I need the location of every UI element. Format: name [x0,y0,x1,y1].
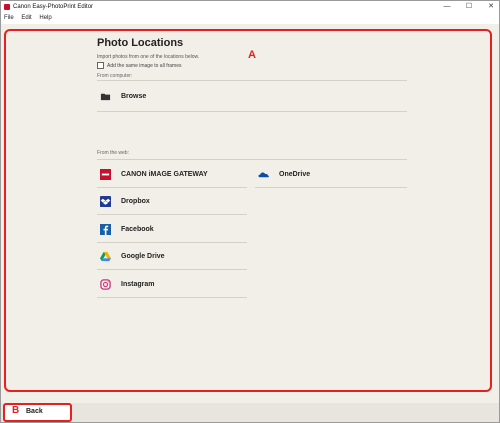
google-drive-icon [100,251,111,261]
source-facebook[interactable]: Facebook [97,219,247,239]
source-canon-image-gateway[interactable]: CANON iMAGE GATEWAY [97,164,247,184]
dropbox-icon [100,195,111,207]
source-google-drive[interactable]: Google Drive [97,246,247,266]
source-label: OneDrive [279,170,311,178]
instagram-icon [100,278,111,290]
folder-icon [100,93,111,100]
app-window: Canon Easy-PhotoPrint Editor — ☐ ✕ File … [0,0,500,423]
bottom-bar [1,403,499,422]
divider [97,159,407,160]
from-computer-label: From computer: [97,73,133,79]
same-image-checkbox-row[interactable]: Add the same image to all frames [97,62,181,69]
source-label: Instagram [121,280,155,288]
browse-label: Browse [121,92,147,100]
menu-edit[interactable]: Edit [21,15,31,21]
menu-help[interactable]: Help [39,15,51,21]
divider [97,297,247,298]
menu-bar: File Edit Help [1,13,499,24]
from-web-label: From the web: [97,150,129,156]
source-label: Google Drive [121,252,165,260]
canon-image-gateway-icon [100,168,111,180]
source-label: Dropbox [121,197,150,205]
photo-locations-view: A Photo Locations Import photos from one… [1,24,499,403]
divider [97,269,247,270]
page-title: Photo Locations [97,37,184,49]
browse-button[interactable]: Browse [97,81,407,111]
source-onedrive[interactable]: OneDrive [255,164,407,184]
divider [97,111,407,112]
onedrive-icon [258,171,269,177]
menu-file[interactable]: File [4,15,14,21]
close-icon[interactable]: ✕ [487,1,495,13]
back-button-label: Back [26,408,43,415]
app-icon [4,4,10,10]
source-label: CANON iMAGE GATEWAY [121,170,208,178]
source-label: Facebook [121,225,154,233]
minimize-icon[interactable]: — [443,1,451,13]
facebook-icon [100,223,111,235]
divider [97,187,247,188]
divider [97,214,247,215]
same-image-checkbox[interactable] [97,62,104,69]
same-image-checkbox-label: Add the same image to all frames [107,62,182,69]
page-subtitle: Import photos from one of the locations … [97,54,200,60]
divider [255,187,407,188]
callout-a-label: A [248,49,256,61]
source-dropbox[interactable]: Dropbox [97,191,247,211]
callout-b-label: B [12,405,20,416]
title-bar: Canon Easy-PhotoPrint Editor — ☐ ✕ [1,1,499,13]
source-instagram[interactable]: Instagram [97,274,247,294]
window-controls: — ☐ ✕ [443,1,495,13]
maximize-icon[interactable]: ☐ [465,1,473,13]
divider [97,242,247,243]
window-title: Canon Easy-PhotoPrint Editor [13,4,94,10]
